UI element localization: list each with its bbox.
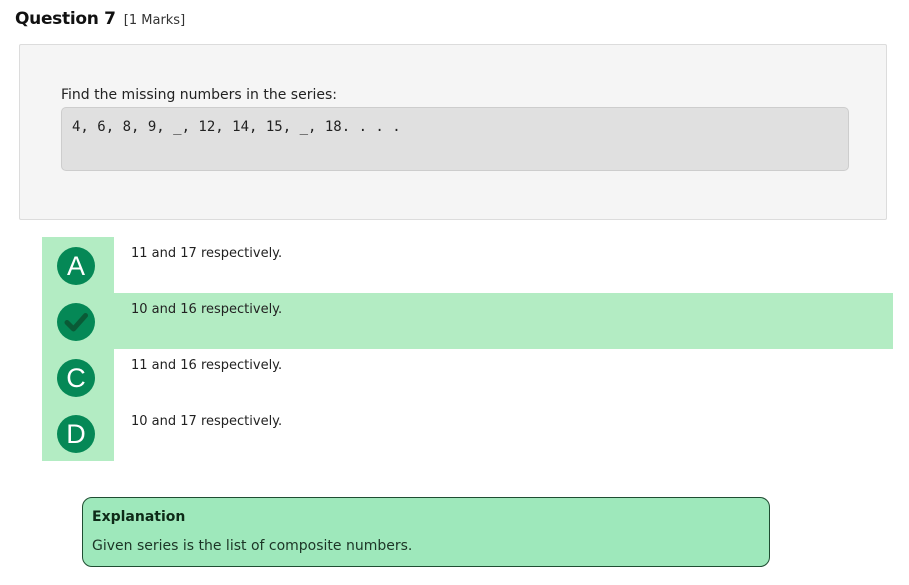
option-c[interactable]: C 11 and 16 respectively. — [42, 349, 893, 405]
option-d-text: 10 and 17 respectively. — [131, 414, 283, 429]
question-header: Question 7 [1 Marks] — [15, 7, 185, 31]
option-a[interactable]: A 11 and 17 respectively. — [42, 237, 893, 293]
check-icon — [64, 313, 88, 332]
explanation-box: Explanation Given series is the list of … — [82, 497, 770, 567]
option-c-badge: C — [57, 359, 95, 397]
option-a-badge: A — [57, 247, 95, 285]
option-d-badge: D — [57, 415, 95, 453]
option-d[interactable]: D 10 and 17 respectively. — [42, 405, 893, 461]
question-marks: [1 Marks] — [123, 13, 186, 28]
question-prompt: Find the missing numbers in the series: — [61, 87, 337, 103]
question-box: Find the missing numbers in the series: … — [19, 44, 887, 220]
question-title: Question 7 — [15, 9, 116, 29]
option-a-text: 11 and 17 respectively. — [131, 246, 283, 261]
explanation-title: Explanation — [92, 509, 186, 525]
option-c-text: 11 and 16 respectively. — [131, 358, 283, 373]
option-b-text: 10 and 16 respectively. — [131, 302, 283, 317]
option-b[interactable]: 10 and 16 respectively. — [42, 293, 893, 349]
explanation-body: Given series is the list of composite nu… — [92, 538, 413, 554]
option-b-badge — [57, 303, 95, 341]
series-code-block: 4, 6, 8, 9, _, 12, 14, 15, _, 18. . . . — [61, 107, 849, 171]
